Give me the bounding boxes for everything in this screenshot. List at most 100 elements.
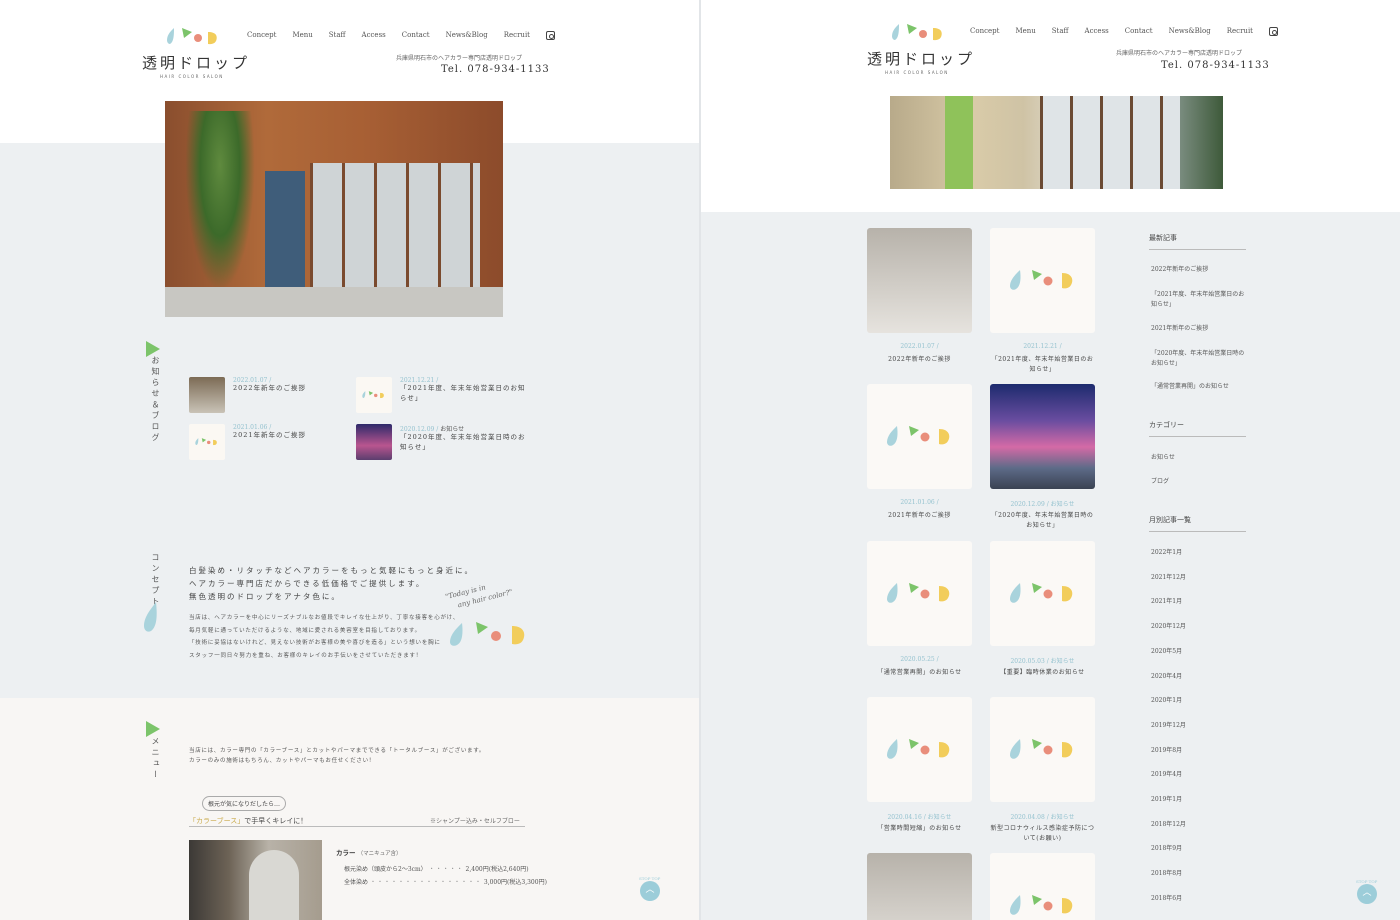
logo-name-jp: 透明ドロップ — [142, 54, 251, 72]
post-card-thumb[interactable] — [990, 697, 1095, 802]
post-date: 2022.01.07 / — [900, 343, 939, 350]
sidebar-archive-link[interactable]: 2019年4月 — [1151, 770, 1247, 780]
nav-concept[interactable]: Concept — [970, 27, 999, 36]
sidebar-category-link[interactable]: お知らせ — [1151, 453, 1247, 463]
news-thumb-logo — [189, 424, 225, 460]
post-category[interactable]: お知らせ — [1051, 501, 1075, 508]
green-flag-icon — [146, 721, 160, 737]
post-card-thumb[interactable] — [867, 853, 972, 920]
post-card-thumb[interactable] — [867, 697, 972, 802]
screenshot-canvas: 透明ドロップ HAIR COLOR SALON Concept Menu Sta… — [0, 0, 1400, 920]
tel-number[interactable]: Tel. 078-934-1133 — [1161, 60, 1270, 71]
post-category[interactable]: お知らせ — [928, 814, 952, 821]
green-flag-icon — [146, 341, 160, 357]
price-value: 2,400円(税込2,640円) — [465, 866, 529, 873]
news-category[interactable]: お知らせ — [440, 426, 464, 433]
main-nav: Concept Menu Staff Access Contact News&B… — [970, 27, 1278, 36]
sidebar-archive-link[interactable]: 2020年12月 — [1151, 622, 1247, 632]
sidebar-archive-link[interactable]: 2020年4月 — [1151, 672, 1247, 682]
chevron-up-icon: ︿ — [645, 885, 655, 895]
sidebar-archive-link[interactable]: 2019年8月 — [1151, 746, 1247, 756]
sidebar-category-link[interactable]: ブログ — [1151, 477, 1247, 487]
post-title[interactable]: 2021年新年のご挨拶 — [867, 511, 972, 521]
news-title: 2022年新年のご挨拶 — [233, 384, 307, 392]
post-title[interactable]: 新型コロナウィルス感染症予防について(お願い) — [990, 824, 1095, 844]
instagram-icon[interactable] — [1269, 27, 1278, 36]
nav-access[interactable]: Access — [1085, 27, 1109, 36]
news-item[interactable]: 2021.12.21 / 「2021年度、年末年始営業日のお知らせ」 — [356, 377, 526, 413]
nav-news-blog[interactable]: News&Blog — [446, 31, 488, 40]
price-heading: カラー （マニキュア含） — [336, 847, 401, 857]
nav-menu[interactable]: Menu — [292, 31, 312, 40]
news-item[interactable]: 2020.12.09 / お知らせ 「2020年度、年末年始営業日時のお知らせ」 — [356, 424, 526, 460]
nav-recruit[interactable]: Recruit — [504, 31, 530, 40]
price-row: 全体染め ・・・・・・・・・・・・・・・・ 3,000円(税込3,300円) — [344, 877, 547, 886]
post-category[interactable]: お知らせ — [1051, 658, 1075, 665]
sidebar-category-heading: カテゴリー — [1149, 420, 1246, 437]
post-card-thumb[interactable] — [990, 541, 1095, 646]
post-card-thumb[interactable] — [867, 228, 972, 333]
post-card-thumb[interactable] — [990, 228, 1095, 333]
post-meta: 2022.01.07 / — [867, 343, 972, 350]
sidebar-archive-link[interactable]: 2021年12月 — [1151, 573, 1247, 583]
drops-logo-icon — [887, 426, 950, 446]
post-title[interactable]: 「2020年度、年末年始営業日時のお知らせ」 — [990, 511, 1095, 531]
menu-intro-line: カラーのみの施術はもちろん、カットやパーマもお任せください！ — [189, 758, 376, 764]
post-card-thumb[interactable] — [867, 541, 972, 646]
sidebar-recent-link[interactable]: 「2020年度、年末年始営業日時のお知らせ」 — [1151, 349, 1247, 368]
color-booth-name: 「カラーブース」 — [189, 817, 245, 825]
sidebar-archive-link[interactable]: 2018年12月 — [1151, 820, 1247, 830]
sidebar-recent-link[interactable]: 2022年新年のご挨拶 — [1151, 265, 1247, 275]
sidebar-archive-link[interactable]: 2021年1月 — [1151, 597, 1247, 607]
drops-logo-icon — [1010, 739, 1073, 759]
post-meta: 2021.12.21 / — [990, 343, 1095, 350]
post-card-thumb[interactable] — [990, 853, 1095, 920]
sidebar-archive-link[interactable]: 2019年1月 — [1151, 795, 1247, 805]
price-heading-note: （マニキュア含） — [357, 851, 402, 857]
tel-number[interactable]: Tel. 078-934-1133 — [441, 64, 550, 75]
sidebar-archive-link[interactable]: 2018年9月 — [1151, 844, 1247, 854]
sidebar-archive-link[interactable]: 2020年5月 — [1151, 647, 1247, 657]
sidebar-archive-link[interactable]: 2018年6月 — [1151, 894, 1247, 904]
color-booth-heading: 「カラーブース」で手早くキレイに！ — [189, 816, 307, 826]
nav-concept[interactable]: Concept — [247, 31, 276, 40]
sidebar-archive-link[interactable]: 2018年8月 — [1151, 869, 1247, 879]
post-title[interactable]: 2022年新年のご挨拶 — [867, 355, 972, 365]
nav-access[interactable]: Access — [362, 31, 386, 40]
sidebar-archive-link[interactable]: 2019年12月 — [1151, 721, 1247, 731]
interior-photo — [890, 96, 1223, 189]
menu-intro-line: 当店には、カラー専門の「カラーブース」とカットやパーマまでできる「トータルブース… — [189, 748, 486, 754]
scroll-top-button[interactable]: ︿ — [1357, 884, 1377, 904]
post-meta: 2020.04.16 / お知らせ — [867, 812, 972, 821]
logo-name-en: HAIR COLOR SALON — [885, 70, 949, 75]
sidebar-recent-link[interactable]: 「2021年度、年末年始営業日のお知らせ」 — [1151, 290, 1247, 309]
sidebar-archive-link[interactable]: 2022年1月 — [1151, 548, 1247, 558]
nav-contact[interactable]: Contact — [402, 31, 430, 40]
drops-logo-icon — [450, 622, 525, 646]
shampoo-note: ※シャンプー込み・セルフブロー — [430, 818, 520, 825]
post-title[interactable]: 「営業時間短縮」のお知らせ — [867, 824, 972, 834]
post-title[interactable]: 「2021年度、年末年始営業日のお知らせ」 — [990, 355, 1095, 375]
post-card-thumb[interactable] — [990, 384, 1095, 489]
drops-logo-icon — [362, 391, 384, 399]
drops-logo-icon — [1010, 895, 1073, 915]
news-item[interactable]: 2021.01.06 / 2021年新年のご挨拶 — [189, 424, 359, 460]
post-category[interactable]: お知らせ — [1051, 814, 1075, 821]
nav-staff[interactable]: Staff — [1052, 27, 1069, 36]
sidebar-recent-link[interactable]: 「通常営業再開」のお知らせ — [1151, 382, 1247, 392]
color-booth-photo — [189, 840, 322, 920]
nav-recruit[interactable]: Recruit — [1227, 27, 1253, 36]
sidebar-recent-link[interactable]: 2021年新年のご挨拶 — [1151, 324, 1247, 334]
nav-contact[interactable]: Contact — [1125, 27, 1153, 36]
post-card-thumb[interactable] — [867, 384, 972, 489]
instagram-icon[interactable] — [546, 31, 555, 40]
scroll-top-button[interactable]: ︿ — [640, 881, 660, 901]
post-title[interactable]: 「通常営業再開」のお知らせ — [867, 668, 972, 678]
nav-staff[interactable]: Staff — [329, 31, 346, 40]
sidebar-archive-link[interactable]: 2020年1月 — [1151, 696, 1247, 706]
price-dots: ・・・・・・・・・・・・・・・・ — [369, 879, 482, 886]
news-item[interactable]: 2022.01.07 / 2022年新年のご挨拶 — [189, 377, 359, 413]
nav-news-blog[interactable]: News&Blog — [1169, 27, 1211, 36]
nav-menu[interactable]: Menu — [1015, 27, 1035, 36]
post-title[interactable]: 【重要】臨時休業のお知らせ — [990, 668, 1095, 678]
